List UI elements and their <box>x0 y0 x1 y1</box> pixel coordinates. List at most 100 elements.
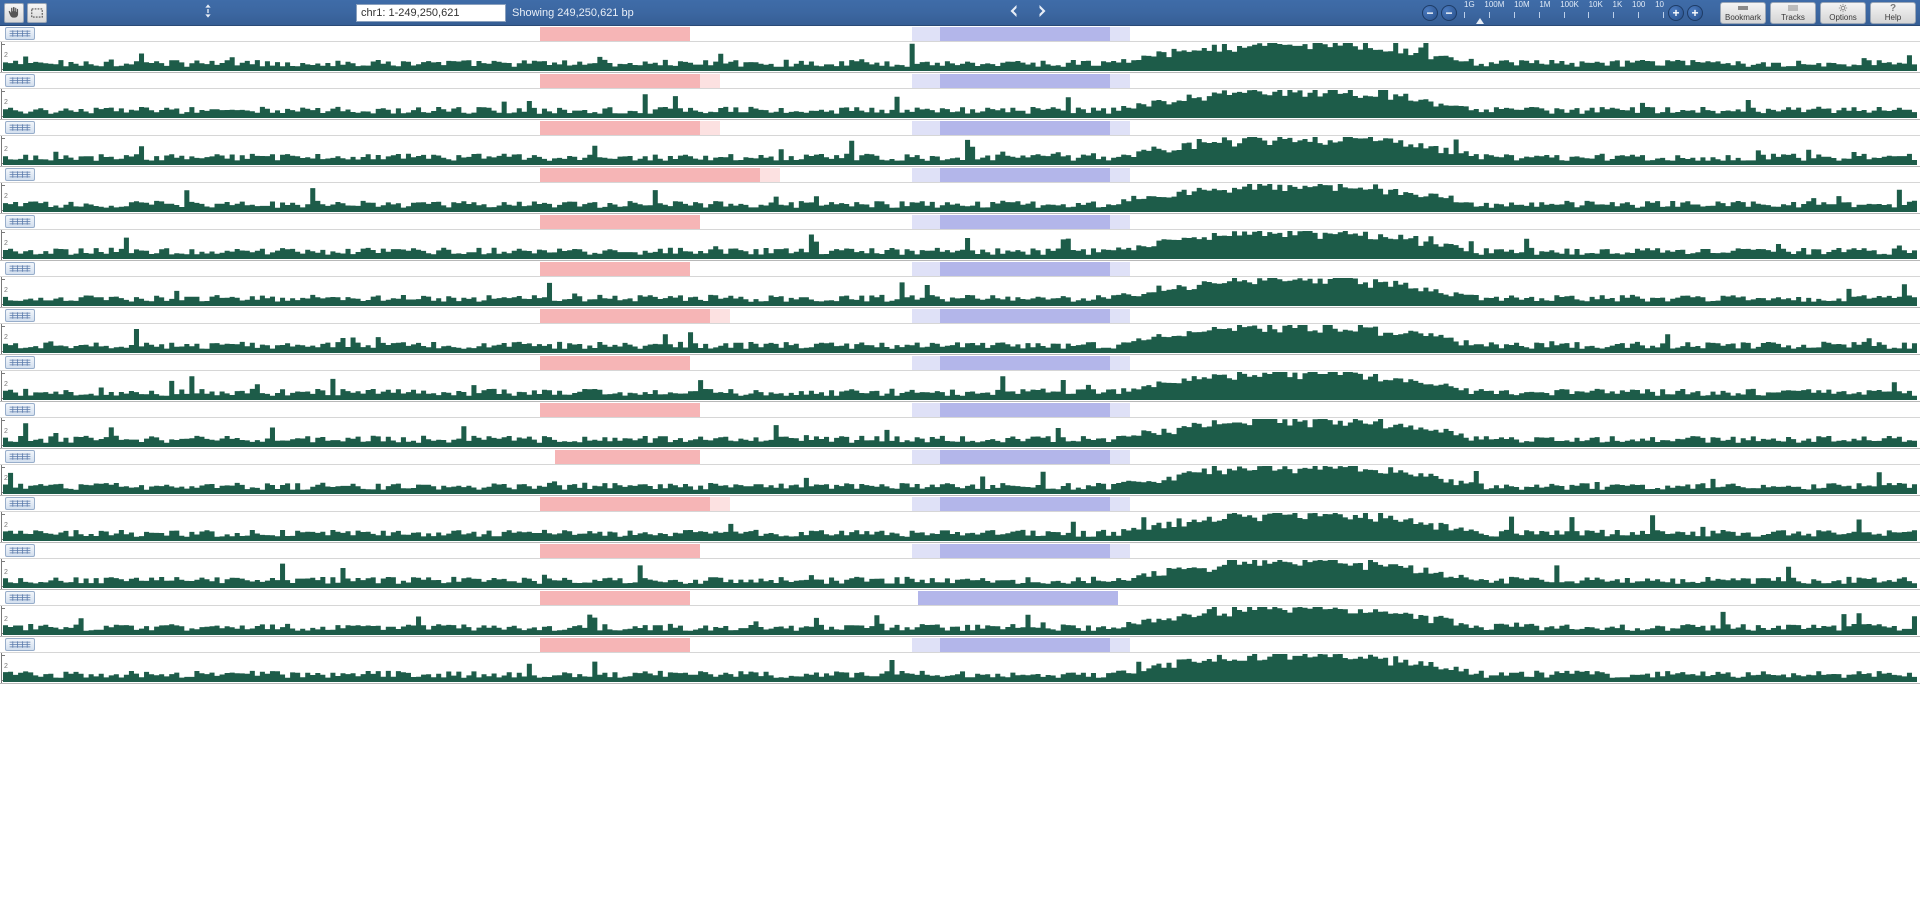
track-row: 2 <box>0 590 1920 637</box>
track-settings-button[interactable] <box>5 356 35 369</box>
help-button-label: Help <box>1885 14 1901 22</box>
highlight-region-pink <box>540 27 690 41</box>
coverage-signal <box>3 90 1917 118</box>
grid-icon <box>8 593 32 602</box>
track-settings-button[interactable] <box>5 262 35 275</box>
track-settings-button[interactable] <box>5 591 35 604</box>
coverage-signal <box>3 137 1917 165</box>
zoom-in-button[interactable]: + <box>1668 5 1684 21</box>
highlight-region-pink <box>540 168 760 182</box>
track-settings-button[interactable] <box>5 27 35 40</box>
pan-tool-button[interactable] <box>4 3 24 23</box>
highlight-region-blue <box>940 262 1110 276</box>
track-body[interactable]: 2 <box>0 183 1920 213</box>
zoom-out-button[interactable]: − <box>1441 5 1457 21</box>
track-body[interactable]: 2 <box>0 324 1920 354</box>
track-row: 2 <box>0 167 1920 214</box>
bookmark-icon <box>1737 3 1749 13</box>
highlight-region-pink <box>540 262 690 276</box>
track-settings-button[interactable] <box>5 74 35 87</box>
options-button-label: Options <box>1829 14 1857 22</box>
coverage-signal <box>3 184 1917 212</box>
track-header <box>0 308 1920 324</box>
track-header <box>0 543 1920 559</box>
track-body[interactable]: 2 <box>0 42 1920 72</box>
toolbar-right-buttons: Bookmark Tracks Options ? Help <box>1720 2 1916 24</box>
highlight-region-blue <box>940 215 1110 229</box>
track-body[interactable]: 2 <box>0 136 1920 166</box>
highlight-region-pink <box>540 497 710 511</box>
track-settings-button[interactable] <box>5 638 35 651</box>
track-settings-button[interactable] <box>5 544 35 557</box>
grid-icon <box>8 452 32 461</box>
track-settings-button[interactable] <box>5 309 35 322</box>
highlight-region-blue <box>940 74 1110 88</box>
grid-icon <box>8 76 32 85</box>
zoom-controls: − − 1G 100M 10M 1M 100K 10K 1K 100 10 + … <box>1422 2 1706 24</box>
track-row: 2 <box>0 355 1920 402</box>
track-body[interactable]: 2 <box>0 89 1920 119</box>
track-body[interactable]: 2 <box>0 371 1920 401</box>
track-body[interactable]: 2 <box>0 465 1920 495</box>
track-settings-button[interactable] <box>5 121 35 134</box>
grid-icon <box>8 499 32 508</box>
highlight-region-blue <box>918 591 1118 605</box>
grid-icon <box>8 405 32 414</box>
track-body[interactable]: 2 <box>0 559 1920 589</box>
coverage-signal <box>3 43 1917 71</box>
coverage-signal <box>3 607 1917 635</box>
marquee-icon <box>30 6 44 20</box>
track-settings-button[interactable] <box>5 497 35 510</box>
arrow-right-icon <box>1032 2 1050 20</box>
highlight-region-blue <box>940 544 1110 558</box>
coverage-signal <box>3 513 1917 541</box>
track-body[interactable]: 2 <box>0 606 1920 636</box>
select-region-button[interactable] <box>27 3 47 23</box>
track-header <box>0 402 1920 418</box>
grid-icon <box>8 217 32 226</box>
coverage-signal <box>3 419 1917 447</box>
highlight-region-pink <box>540 403 700 417</box>
tracks-scroll-area[interactable]: 2 2 2 2 2 2 2 2 2 2 2 2 2 2 <box>0 26 1920 903</box>
track-row: 2 <box>0 402 1920 449</box>
tracks-viewport: 2 2 2 2 2 2 2 2 2 2 2 2 2 2 <box>0 26 1920 903</box>
zoom-out-step-button[interactable]: − <box>1422 5 1438 21</box>
track-row: 2 <box>0 637 1920 684</box>
main-toolbar: Showing 249,250,621 bp − − 1G 100M 10M 1… <box>0 0 1920 26</box>
zoom-scale-pointer-icon[interactable] <box>1476 18 1484 24</box>
coverage-signal <box>3 560 1917 588</box>
options-button[interactable]: Options <box>1820 2 1866 24</box>
highlight-region-blue <box>940 309 1110 323</box>
grid-icon <box>8 311 32 320</box>
track-settings-button[interactable] <box>5 168 35 181</box>
coverage-signal <box>3 372 1917 400</box>
pan-right-button[interactable] <box>1032 2 1050 23</box>
track-body[interactable]: 2 <box>0 512 1920 542</box>
grid-icon <box>8 29 32 38</box>
track-body[interactable]: 2 <box>0 230 1920 260</box>
bookmark-button[interactable]: Bookmark <box>1720 2 1766 24</box>
track-header <box>0 496 1920 512</box>
tracks-button[interactable]: Tracks <box>1770 2 1816 24</box>
help-button[interactable]: ? Help <box>1870 2 1916 24</box>
zoom-in-step-button[interactable]: + <box>1687 5 1703 21</box>
track-body[interactable]: 2 <box>0 277 1920 307</box>
highlight-region-pink <box>540 74 700 88</box>
track-settings-button[interactable] <box>5 215 35 228</box>
highlight-region-blue <box>940 638 1110 652</box>
coverage-signal <box>3 231 1917 259</box>
vertical-resize-icon[interactable] <box>200 3 216 22</box>
highlight-region-pink <box>540 591 690 605</box>
zoom-scale[interactable]: 1G 100M 10M 1M 100K 10K 1K 100 10 <box>1464 2 1664 24</box>
pan-left-button[interactable] <box>1006 2 1024 23</box>
track-body[interactable]: 2 <box>0 653 1920 683</box>
track-settings-button[interactable] <box>5 450 35 463</box>
highlight-region-pink <box>540 121 700 135</box>
genomic-location-input[interactable] <box>356 4 506 22</box>
grid-icon <box>8 170 32 179</box>
track-settings-button[interactable] <box>5 403 35 416</box>
highlight-region-blue <box>940 403 1110 417</box>
highlight-region-blue <box>940 450 1110 464</box>
track-row: 2 <box>0 496 1920 543</box>
track-body[interactable]: 2 <box>0 418 1920 448</box>
